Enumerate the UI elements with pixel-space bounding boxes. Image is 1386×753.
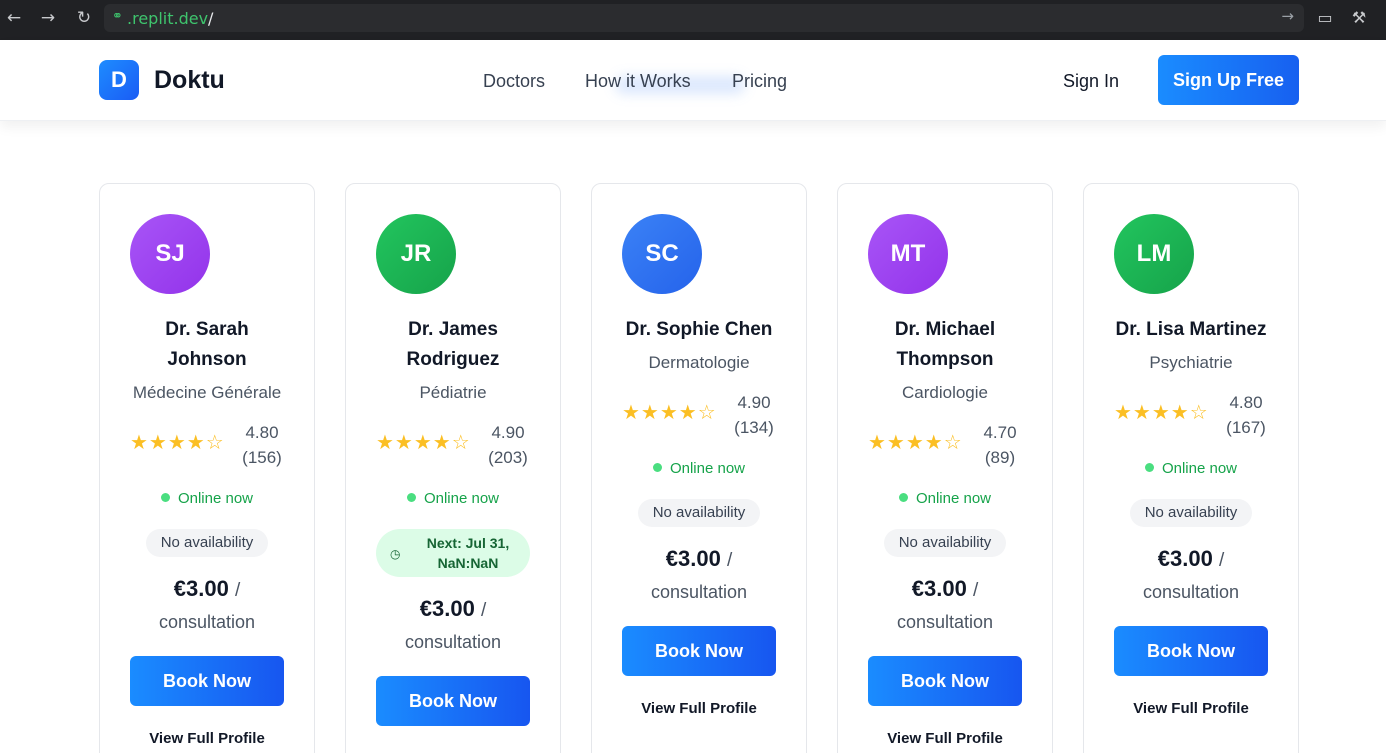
status-dot-icon [406, 493, 416, 502]
nav-doctors[interactable]: Doctors [483, 71, 545, 92]
rating-value: 4.90 (134) [734, 393, 774, 437]
clock-icon: ◷ [390, 547, 401, 561]
doctor-name: Dr. Michael Thompson [894, 319, 996, 370]
rating-value: 4.80 (156) [242, 423, 282, 467]
price-unit: consultation [896, 612, 994, 632]
online-status: Online now [346, 490, 560, 507]
browser-toolbar: ← → ↻ ⚭ .replit.dev/ → ▭ ⚒ [0, 0, 1386, 40]
status-dot-icon [1144, 463, 1154, 472]
avatar: SJ [130, 214, 210, 294]
view-profile-link[interactable]: View Full Profile [1084, 700, 1298, 717]
next-availability-badge: ◷ Next: Jul 31, NaN:NaN [376, 529, 530, 577]
logo-icon[interactable]: D [99, 60, 139, 100]
view-profile-link[interactable]: View Full Profile [838, 730, 1052, 747]
book-now-button[interactable]: Book Now [376, 676, 530, 726]
online-status: Online now [1084, 460, 1298, 477]
price-unit: consultation [1142, 582, 1240, 602]
online-status: Online now [100, 490, 314, 507]
book-now-button[interactable]: Book Now [622, 626, 776, 676]
star-rating-icon: ★★★★☆ [130, 430, 225, 454]
price-unit: consultation [404, 632, 502, 652]
sign-up-button[interactable]: Sign Up Free [1158, 55, 1299, 105]
doctor-name: Dr. Sophie Chen [625, 319, 773, 340]
star-rating-icon: ★★★★☆ [622, 400, 717, 424]
doctor-name: Dr. James Rodriguez [406, 319, 500, 370]
avatar: JR [376, 214, 456, 294]
wrench-icon[interactable]: ⚒ [1347, 6, 1371, 30]
online-status: Online now [838, 490, 1052, 507]
price: €3.00 / [665, 546, 733, 571]
go-arrow-icon[interactable]: → [1281, 7, 1294, 25]
price: €3.00 / [1157, 546, 1225, 571]
site-header: D Doktu Doctors How it Works Pricing Sig… [0, 40, 1386, 121]
rating-value: 4.80 (167) [1226, 393, 1266, 437]
back-arrow-icon[interactable]: ← [3, 7, 25, 29]
doctor-specialty: Psychiatrie [1149, 353, 1233, 372]
doctor-name: Dr. Sarah Johnson [165, 319, 249, 370]
forward-arrow-icon[interactable]: → [37, 7, 59, 29]
doctor-specialty: Cardiologie [902, 383, 988, 402]
doctor-card: SJ Dr. Sarah Johnson Médecine Générale ★★… [99, 183, 315, 753]
view-profile-link[interactable]: View Full Profile [592, 700, 806, 717]
rating-value: 4.70 (89) [983, 423, 1017, 467]
online-status: Online now [592, 460, 806, 477]
status-dot-icon [898, 493, 908, 502]
status-dot-icon [160, 493, 170, 502]
price-unit: consultation [158, 612, 256, 632]
availability-badge: No availability [638, 499, 760, 527]
star-rating-icon: ★★★★☆ [868, 430, 963, 454]
status-dot-icon [652, 463, 662, 472]
book-now-button[interactable]: Book Now [868, 656, 1022, 706]
doctor-card: LM Dr. Lisa Martinez Psychiatrie ★★★★☆ 4… [1083, 183, 1299, 753]
star-rating-icon: ★★★★☆ [376, 430, 471, 454]
nav-how-it-works[interactable]: How it Works [585, 71, 691, 92]
price: €3.00 / [419, 596, 487, 621]
view-profile-link[interactable]: View Full Profile [100, 730, 314, 747]
avatar: MT [868, 214, 948, 294]
price-unit: consultation [650, 582, 748, 602]
doctor-name: Dr. Lisa Martinez [1115, 319, 1267, 340]
address-bar[interactable]: ⚭ .replit.dev/ → [104, 4, 1304, 32]
price: €3.00 / [173, 576, 241, 601]
doctor-specialty: Médecine Générale [132, 383, 282, 402]
nav-pricing[interactable]: Pricing [732, 71, 787, 92]
url-text[interactable]: .replit.dev/ [127, 9, 213, 28]
price: €3.00 / [911, 576, 979, 601]
doctor-card: MT Dr. Michael Thompson Cardiologie ★★★★☆… [837, 183, 1053, 753]
sign-in-link[interactable]: Sign In [1063, 71, 1119, 92]
reload-icon[interactable]: ↻ [73, 7, 95, 29]
book-now-button[interactable]: Book Now [1114, 626, 1268, 676]
availability-badge: No availability [146, 529, 268, 557]
doctor-card: SC Dr. Sophie Chen Dermatologie ★★★★☆ 4.… [591, 183, 807, 753]
doctor-specialty: Pédiatrie [419, 383, 487, 402]
availability-badge: No availability [1130, 499, 1252, 527]
rating-value: 4.90 (203) [488, 423, 528, 467]
avatar: LM [1114, 214, 1194, 294]
doctor-card: JR Dr. James Rodriguez Pédiatrie ★★★★☆ 4.… [345, 183, 561, 753]
brand-name[interactable]: Doktu [154, 66, 225, 95]
devices-icon[interactable]: ▭ [1313, 6, 1337, 30]
avatar: SC [622, 214, 702, 294]
availability-badge: No availability [884, 529, 1006, 557]
link-icon: ⚭ [112, 9, 123, 24]
star-rating-icon: ★★★★☆ [1114, 400, 1209, 424]
book-now-button[interactable]: Book Now [130, 656, 284, 706]
doctor-specialty: Dermatologie [648, 353, 750, 372]
